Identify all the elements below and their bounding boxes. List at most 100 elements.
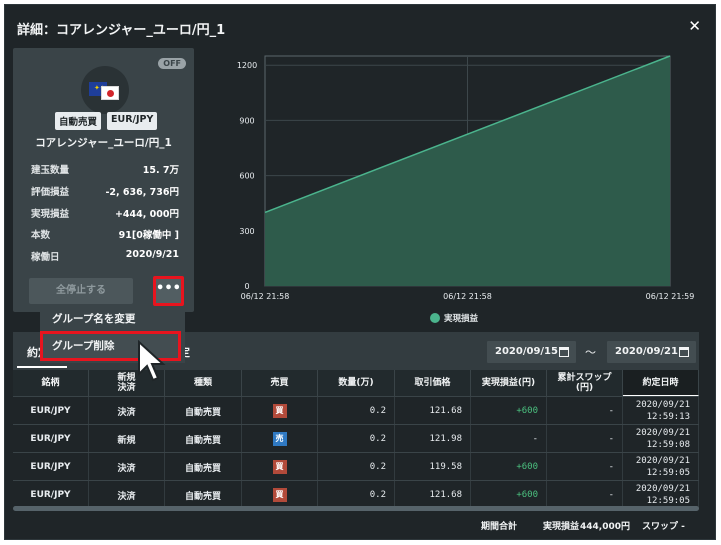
col-kind[interactable]: 種類 xyxy=(165,370,242,396)
cell-swap: - xyxy=(547,453,623,481)
cell-realized-pnl: - xyxy=(471,425,547,453)
table-row[interactable]: EUR/JPY 新規 自動売買 売 0.2 121.98 - - 2020/09… xyxy=(13,424,699,453)
title-bar: 詳細：コアレンジャー_ユーロ/円_1 ✕ xyxy=(5,5,717,47)
y-tick-label: 0 xyxy=(244,282,249,291)
cell-kind: 自動売買 xyxy=(165,453,242,481)
exec-time: 12:59:08 xyxy=(646,440,690,450)
cell-symbol: EUR/JPY xyxy=(13,481,89,509)
cell-price: 121.68 xyxy=(395,481,471,509)
stat-value: -2, 636, 736円 xyxy=(105,186,179,198)
stat-value: 15. 7万 xyxy=(142,165,179,176)
stat-count: 本数 91[0稼働中 ] xyxy=(31,227,179,249)
stat-realized-pnl: 実現損益 +444, 000円 xyxy=(31,206,179,228)
cell-side: 売 xyxy=(242,425,318,453)
y-tick-label: 600 xyxy=(239,172,254,181)
active-tab-indicator xyxy=(17,366,67,368)
exec-date: 2020/09/21 xyxy=(635,400,690,410)
table-footer: 期間合計 実現損益 444,000円 スワップ - xyxy=(13,511,699,537)
cell-swap: - xyxy=(547,481,623,509)
exec-date: 2020/09/21 xyxy=(635,484,690,494)
cell-quantity: 0.2 xyxy=(318,425,395,453)
cell-realized-pnl: +600 xyxy=(471,453,547,481)
cell-new-close: 決済 xyxy=(89,481,165,509)
cell-exec-datetime: 2020/09/21 12:59:05 xyxy=(623,481,699,509)
stat-label: 本数 xyxy=(31,230,51,242)
period-total-label: 期間合計 xyxy=(481,522,518,532)
more-options-button[interactable]: ••• xyxy=(153,276,184,306)
cell-quantity: 0.2 xyxy=(318,453,395,481)
calendar-icon[interactable] xyxy=(679,347,689,357)
col-price[interactable]: 取引価格 xyxy=(395,370,471,396)
date-to-field[interactable]: 2020/09/21 xyxy=(607,341,696,363)
footer-swap: スワップ - xyxy=(642,522,685,532)
group-summary-card: OFF ✦✦ 自動売買 EUR/JPY コアレンジャー_ユーロ/円_1 建玉数量… xyxy=(13,48,194,312)
cell-exec-datetime: 2020/09/21 12:59:08 xyxy=(623,425,699,453)
stat-value: +444, 000円 xyxy=(114,208,179,220)
date-from-value: 2020/09/15 xyxy=(495,346,558,357)
cell-symbol: EUR/JPY xyxy=(13,397,89,425)
date-to-value: 2020/09/21 xyxy=(615,346,678,357)
footer-pnl-label: 実現損益 xyxy=(543,522,580,532)
menu-item-rename-group[interactable]: グループ名を変更 xyxy=(40,306,185,333)
col-quantity[interactable]: 数量(万) xyxy=(318,370,395,396)
cell-price: 121.68 xyxy=(395,397,471,425)
cell-kind: 自動売買 xyxy=(165,425,242,453)
calendar-icon[interactable] xyxy=(559,347,569,357)
y-tick-label: 900 xyxy=(239,116,254,125)
col-swap[interactable]: 累計スワップ (円) xyxy=(547,370,623,396)
cell-side: 買 xyxy=(242,397,318,425)
realized-pnl-chart: 03006009001200 06/12 21:58 06/12 21:58 06/… xyxy=(237,55,695,301)
status-badge[interactable]: OFF xyxy=(158,58,186,69)
table-row[interactable]: EUR/JPY 決済 自動売買 買 0.2 121.68 +600 - 2020… xyxy=(13,396,699,425)
stat-position-qty: 建玉数量 15. 7万 xyxy=(31,162,179,184)
legend-label: 実現損益 xyxy=(444,314,479,324)
cell-realized-pnl: +600 xyxy=(471,481,547,509)
footer-pnl-value: 444,000円 xyxy=(580,522,630,532)
currency-pair-tag: EUR/JPY xyxy=(107,112,158,130)
cell-kind: 自動売買 xyxy=(165,397,242,425)
cell-new-close: 新規 xyxy=(89,425,165,453)
cell-side: 買 xyxy=(242,453,318,481)
table-row[interactable]: EUR/JPY 決済 自動売買 買 0.2 119.58 +600 - 2020… xyxy=(13,452,699,481)
exec-time: 12:59:05 xyxy=(646,468,690,478)
col-side[interactable]: 売買 xyxy=(242,370,318,396)
cell-quantity: 0.2 xyxy=(318,397,395,425)
cell-exec-datetime: 2020/09/21 12:59:05 xyxy=(623,453,699,481)
buy-badge: 買 xyxy=(272,460,287,474)
exec-date: 2020/09/21 xyxy=(635,456,690,466)
close-icon[interactable]: ✕ xyxy=(688,17,701,35)
col-symbol[interactable]: 銘柄 xyxy=(13,370,89,396)
x-tick-label: 06/12 21:58 xyxy=(241,292,290,301)
col-exec-datetime[interactable]: 約定日時 xyxy=(623,370,699,396)
cell-side: 買 xyxy=(242,481,318,509)
stat-label: 建玉数量 xyxy=(31,165,70,176)
stat-label: 実現損益 xyxy=(31,208,70,220)
legend-swatch-icon xyxy=(430,313,440,323)
stop-all-button[interactable]: 全停止する xyxy=(29,278,133,304)
cell-symbol: EUR/JPY xyxy=(13,453,89,481)
stat-value: 91[0稼働中 ] xyxy=(118,230,179,242)
cell-symbol: EUR/JPY xyxy=(13,425,89,453)
stat-unrealized-pnl: 評価損益 -2, 636, 736円 xyxy=(31,184,179,206)
cell-exec-datetime: 2020/09/21 12:59:13 xyxy=(623,397,699,425)
cell-new-close: 決済 xyxy=(89,453,165,481)
stat-start-date: 稼働日 2020/9/21 xyxy=(31,249,179,271)
cell-swap: - xyxy=(547,425,623,453)
cell-price: 121.98 xyxy=(395,425,471,453)
executions-table-header: 銘柄 新規 決済 種類 売買 数量(万) 取引価格 実現損益(円) 累計スワップ… xyxy=(13,370,699,396)
date-from-field[interactable]: 2020/09/15 xyxy=(487,341,576,363)
cell-price: 119.58 xyxy=(395,453,471,481)
japan-flag-icon xyxy=(101,86,119,100)
col-realized-pnl[interactable]: 実現損益(円) xyxy=(471,370,547,396)
modal-title: 詳細：コアレンジャー_ユーロ/円_1 xyxy=(17,23,226,38)
y-tick-label: 1200 xyxy=(237,61,257,70)
stats-list: 建玉数量 15. 7万 評価損益 -2, 636, 736円 実現損益 +444, 0… xyxy=(31,162,179,271)
x-axis-ticks: 06/12 21:58 06/12 21:58 06/12 21:59 xyxy=(241,292,695,301)
auto-trade-tag: 自動売買 xyxy=(55,112,102,130)
chart-legend: 実現損益 xyxy=(430,312,478,324)
table-row[interactable]: EUR/JPY 決済 自動売買 買 0.2 121.68 +600 - 2020… xyxy=(13,480,699,509)
group-name: コアレンジャー_ユーロ/円_1 xyxy=(35,137,172,149)
stat-value: 2020/9/21 xyxy=(125,249,179,261)
cell-swap: - xyxy=(547,397,623,425)
date-range-separator: ～ xyxy=(585,346,596,359)
